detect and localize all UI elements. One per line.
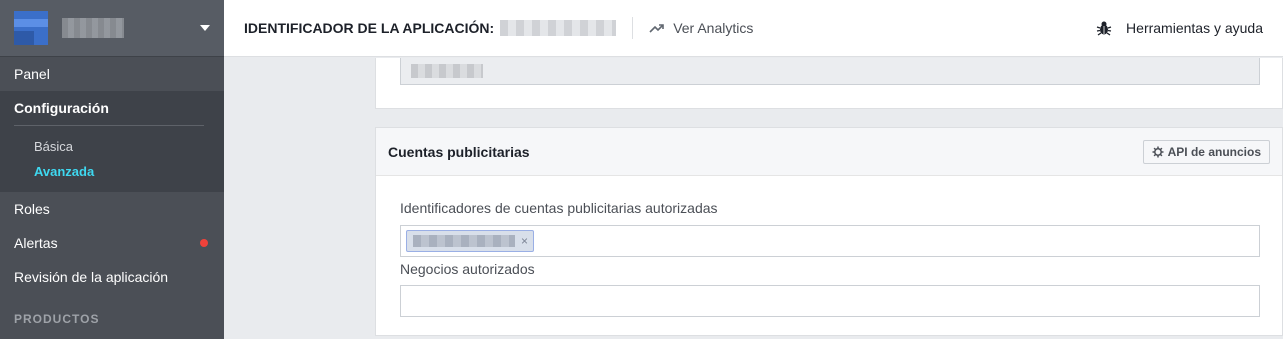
redacted-value: [411, 64, 483, 78]
sidebar: Panel Configuración Básica Avanzada Role…: [0, 0, 224, 339]
alert-dot-icon: [200, 239, 208, 247]
ad-account-token: ×: [406, 230, 534, 252]
sidebar-subitem-basica[interactable]: Básica: [0, 134, 224, 159]
sidebar-subitem-label: Básica: [34, 139, 74, 154]
sidebar-subitem-avanzada[interactable]: Avanzada: [0, 159, 224, 184]
sidebar-group-configuracion: Configuración Básica Avanzada: [0, 91, 224, 192]
app-name-redacted: [62, 18, 124, 38]
sidebar-item-label: Alertas: [14, 235, 58, 251]
sidebar-item-label: Roles: [14, 201, 50, 217]
topbar: IDENTIFICADOR DE LA APLICACIÓN: Ver Anal…: [224, 0, 1283, 57]
sidebar-item-label: Configuración: [14, 99, 109, 116]
ads-api-button-label: API de anuncios: [1167, 144, 1261, 159]
view-analytics-label: Ver Analytics: [673, 20, 754, 36]
panel-title: Cuentas publicitarias: [388, 143, 530, 160]
caret-down-icon[interactable]: [200, 25, 210, 31]
trending-icon: [649, 24, 664, 33]
authorized-businesses-label: Negocios autorizados: [400, 261, 535, 277]
sidebar-item-alertas[interactable]: Alertas: [0, 226, 224, 260]
bug-icon: [1096, 21, 1112, 36]
panel-body: Identificadores de cuentas publicitarias…: [376, 176, 1282, 317]
authorized-ad-account-ids-input[interactable]: ×: [400, 225, 1260, 257]
sidebar-item-label: Panel: [14, 66, 50, 82]
sidebar-item-roles[interactable]: Roles: [0, 192, 224, 226]
sidebar-item-configuracion[interactable]: Configuración: [0, 91, 224, 125]
section-label-productos: PRODUCTOS: [14, 312, 100, 326]
gear-icon: [1152, 146, 1164, 157]
app-switcher[interactable]: [0, 0, 224, 57]
main-content: Cuentas publicitarias API de anuncios Id…: [224, 58, 1283, 339]
app-id-label: IDENTIFICADOR DE LA APLICACIÓN:: [244, 20, 495, 36]
sidebar-item-panel[interactable]: Panel: [0, 57, 224, 91]
divider: [632, 17, 634, 39]
readonly-field: [400, 58, 1260, 85]
view-analytics-link[interactable]: Ver Analytics: [649, 20, 753, 36]
sidebar-item-label: Revisión de la aplicación: [14, 269, 169, 285]
authorized-businesses-input[interactable]: [400, 285, 1260, 317]
tools-help-label: Herramientas y ayuda: [1126, 20, 1263, 36]
ads-api-button[interactable]: API de anuncios: [1142, 139, 1270, 164]
sidebar-subitem-label: Avanzada: [34, 164, 95, 179]
sidebar-item-revision[interactable]: Revisión de la aplicación: [0, 260, 224, 294]
app-logo-icon: [14, 11, 48, 45]
token-value-redacted: [413, 235, 515, 247]
app-id-value-redacted: [500, 20, 617, 36]
panel-header: Cuentas publicitarias API de anuncios: [376, 128, 1282, 176]
close-icon[interactable]: ×: [521, 235, 528, 247]
ad-accounts-panel: Cuentas publicitarias API de anuncios Id…: [375, 127, 1283, 336]
tools-help-link[interactable]: Herramientas y ayuda: [1096, 20, 1263, 36]
previous-panel: [375, 58, 1283, 109]
authorized-ad-account-ids-label: Identificadores de cuentas publicitarias…: [400, 200, 718, 216]
